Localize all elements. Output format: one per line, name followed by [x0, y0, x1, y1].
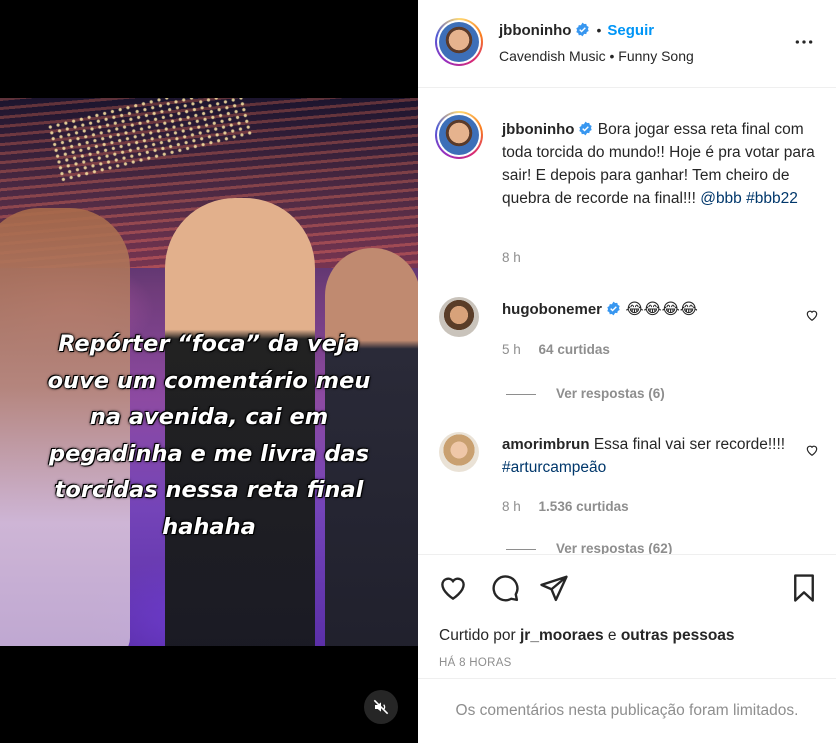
audio-info[interactable]: Cavendish Music • Funny Song	[499, 48, 694, 64]
overlay-line: pegadinha e me livra das	[48, 440, 370, 467]
video-frame[interactable]: Repórter “foca” da veja ouve um comentár…	[0, 98, 418, 646]
hashtag-link[interactable]: #arturcampeão	[502, 459, 606, 476]
verified-badge-icon	[579, 121, 593, 136]
save-bookmark-icon[interactable]	[791, 573, 817, 603]
post-media[interactable]: Repórter “foca” da veja ouve um comentár…	[0, 0, 418, 743]
comment-likes[interactable]: 1.536 curtidas	[539, 499, 629, 514]
caption-time[interactable]: 8 h	[502, 250, 521, 265]
comments-section[interactable]: jbboninho Bora jogar essa reta final com…	[418, 89, 836, 554]
comment-bubble-icon[interactable]	[490, 573, 520, 603]
video-overlay-text: Repórter “foca” da veja ouve um comentár…	[0, 326, 418, 545]
header-title-row: jbboninho • Seguir	[499, 22, 654, 40]
audio-artist[interactable]: Cavendish Music	[499, 48, 606, 64]
overlay-line: hahaha	[162, 513, 256, 540]
overlay-line: torcidas nessa reta final	[54, 477, 364, 503]
comment-meta: 5 h 64 curtidas	[502, 342, 610, 357]
comments-limited-notice: Os comentários nesta publicação foram li…	[418, 678, 836, 743]
overlay-line: na avenida, cai em	[89, 404, 329, 430]
liked-by-connector: e	[607, 627, 617, 644]
like-comment-heart-icon[interactable]	[805, 308, 819, 322]
mute-button[interactable]	[364, 690, 398, 724]
like-heart-icon[interactable]	[438, 573, 468, 603]
post-header: jbboninho • Seguir Cavendish Music • Funny…	[418, 0, 836, 88]
comment-text: Essa final vai ser recorde!!!!	[593, 436, 786, 453]
view-replies-button[interactable]: Ver respostas (6)	[506, 386, 665, 401]
commenter-avatar[interactable]	[439, 297, 479, 337]
comment-username[interactable]: hugobonemer	[502, 301, 602, 318]
liked-by-others[interactable]: outras pessoas	[621, 627, 735, 644]
comment-meta: 8 h 1.536 curtidas	[502, 499, 629, 514]
verified-badge-icon	[576, 22, 590, 37]
audio-song[interactable]: Funny Song	[618, 48, 694, 64]
audio-separator: •	[609, 48, 615, 64]
comment-time[interactable]: 5 h	[502, 342, 521, 357]
liked-by-prefix: Curtido por	[439, 627, 516, 644]
author-username[interactable]: jbboninho	[499, 22, 571, 39]
verified-badge-icon	[607, 301, 620, 316]
action-bar: Curtido por jr_mooraes e outras pessoas …	[418, 554, 836, 678]
hashtag-link[interactable]: #bbb22	[746, 190, 798, 207]
commenter-avatar[interactable]	[439, 432, 479, 472]
overlay-line: Repórter “foca” da veja	[58, 331, 360, 357]
share-paper-plane-icon[interactable]	[539, 573, 569, 603]
caption-username[interactable]: jbboninho	[502, 121, 574, 138]
more-options-icon[interactable]	[794, 32, 814, 52]
comment-text: 😂😂😂😂	[625, 301, 698, 318]
follow-button[interactable]: Seguir	[607, 22, 654, 39]
comment: hugobonemer 😂😂😂😂	[502, 298, 792, 321]
view-replies-button[interactable]: Ver respostas (62)	[506, 541, 672, 554]
overlay-line: ouve um comentário meu	[47, 367, 371, 394]
separator-dot: •	[596, 22, 602, 38]
comment-time[interactable]: 8 h	[502, 499, 521, 514]
comment-likes[interactable]: 64 curtidas	[539, 342, 610, 357]
post-panel: jbboninho • Seguir Cavendish Music • Funny…	[418, 0, 836, 743]
caption: jbboninho Bora jogar essa reta final com…	[502, 118, 822, 210]
like-comment-heart-icon[interactable]	[805, 443, 819, 457]
comment-username[interactable]: amorimbrun	[502, 436, 590, 453]
author-avatar[interactable]	[435, 18, 483, 66]
caption-avatar[interactable]	[435, 111, 483, 159]
speaker-muted-icon	[373, 699, 389, 715]
mention-link[interactable]: @bbb	[700, 190, 742, 207]
comment: amorimbrun Essa final vai ser recorde!!!…	[502, 433, 792, 479]
liked-by-user[interactable]: jr_mooraes	[520, 627, 604, 644]
liked-by-line: Curtido por jr_mooraes e outras pessoas	[439, 627, 735, 645]
post-time[interactable]: HÁ 8 HORAS	[439, 657, 512, 669]
